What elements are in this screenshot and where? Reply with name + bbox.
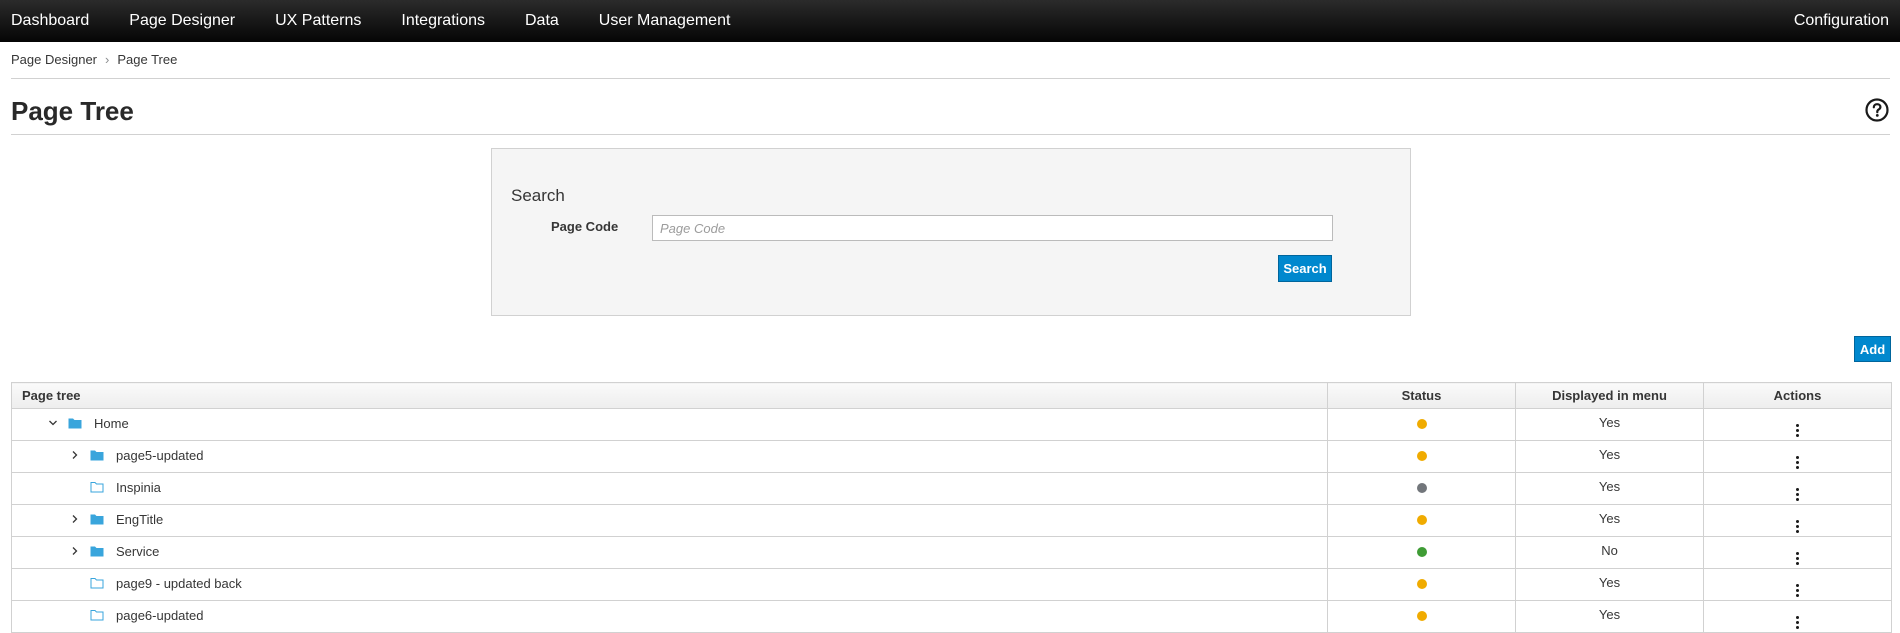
search-panel: Search Page Code Search — [491, 148, 1411, 316]
kebab-menu-icon[interactable] — [1796, 552, 1799, 565]
status-cell — [1327, 440, 1516, 473]
nav-item-integrations[interactable]: Integrations — [381, 0, 505, 42]
table-row[interactable]: Service No — [11, 536, 1892, 569]
table-row[interactable]: Home Yes — [11, 408, 1892, 441]
page-name[interactable]: page9 - updated back — [116, 576, 242, 591]
page-name[interactable]: EngTitle — [116, 512, 163, 527]
table-header-row: Page tree Status Displayed in menu Actio… — [11, 382, 1892, 409]
actions-cell — [1703, 504, 1892, 537]
folder-outline-icon — [90, 610, 104, 621]
status-dot-icon — [1416, 515, 1427, 525]
page-name[interactable]: Home — [94, 416, 129, 431]
page-code-label: Page Code — [551, 219, 619, 234]
page-tree-cell: Inspinia — [11, 472, 1328, 505]
folder-icon — [68, 418, 82, 429]
column-header-status[interactable]: Status — [1327, 382, 1516, 409]
kebab-menu-icon[interactable] — [1796, 520, 1799, 533]
page-tree-cell: Home — [11, 408, 1328, 441]
actions-cell — [1703, 472, 1892, 505]
column-header-displayed-in-menu[interactable]: Displayed in menu — [1515, 382, 1704, 409]
nav-item-user-management[interactable]: User Management — [579, 0, 751, 42]
chevron-right-icon[interactable] — [69, 545, 81, 557]
displayed-in-menu-cell: Yes — [1515, 600, 1704, 633]
folder-outline-icon — [90, 578, 104, 589]
folder-outline-icon — [90, 482, 104, 493]
status-cell — [1327, 472, 1516, 505]
displayed-in-menu-cell: Yes — [1515, 440, 1704, 473]
expander-spacer — [69, 481, 81, 493]
page-code-input[interactable] — [652, 215, 1333, 241]
breadcrumb-current: Page Tree — [117, 51, 178, 67]
chevron-right-icon[interactable] — [69, 513, 81, 525]
displayed-in-menu-cell: Yes — [1515, 408, 1704, 441]
page-name[interactable]: Service — [116, 544, 159, 559]
page-tree-cell: page6-updated — [11, 600, 1328, 633]
folder-icon — [90, 546, 104, 557]
table-row[interactable]: page5-updated Yes — [11, 440, 1892, 473]
table-row[interactable]: page6-updated Yes — [11, 600, 1892, 633]
page-tree-cell: page9 - updated back — [11, 568, 1328, 601]
column-header-actions: Actions — [1703, 382, 1892, 409]
status-cell — [1327, 504, 1516, 537]
question-circle-icon[interactable] — [1865, 98, 1889, 122]
folder-icon — [90, 450, 104, 461]
kebab-menu-icon[interactable] — [1796, 616, 1799, 629]
kebab-menu-icon[interactable] — [1796, 424, 1799, 437]
expander-spacer — [69, 609, 81, 621]
status-dot-icon — [1416, 611, 1427, 621]
status-cell — [1327, 568, 1516, 601]
table-row[interactable]: page9 - updated back Yes — [11, 568, 1892, 601]
table-row[interactable]: Inspinia Yes — [11, 472, 1892, 505]
breadcrumb-divider — [11, 78, 1890, 79]
breadcrumb: Page Designer › Page Tree — [11, 51, 177, 67]
displayed-in-menu-cell: Yes — [1515, 504, 1704, 537]
actions-cell — [1703, 536, 1892, 569]
breadcrumb-separator: › — [105, 51, 110, 67]
status-dot-icon — [1416, 419, 1427, 429]
page-tree-cell: EngTitle — [11, 504, 1328, 537]
status-cell — [1327, 408, 1516, 441]
actions-cell — [1703, 568, 1892, 601]
search-heading: Search — [511, 186, 565, 205]
chevron-right-icon[interactable] — [69, 449, 81, 461]
page-tree-table: Page tree Status Displayed in menu Actio… — [11, 382, 1892, 633]
nav-item-data[interactable]: Data — [505, 0, 579, 42]
breadcrumb-page-designer[interactable]: Page Designer — [11, 52, 97, 67]
displayed-in-menu-cell: Yes — [1515, 568, 1704, 601]
page-name[interactable]: Inspinia — [116, 480, 161, 495]
nav-item-page-designer[interactable]: Page Designer — [109, 0, 255, 42]
nav-item-configuration[interactable]: Configuration — [1794, 0, 1889, 42]
displayed-in-menu-cell: No — [1515, 536, 1704, 569]
kebab-menu-icon[interactable] — [1796, 584, 1799, 597]
status-dot-icon — [1416, 579, 1427, 589]
nav-item-dashboard[interactable]: Dashboard — [0, 0, 109, 42]
search-button[interactable]: Search — [1278, 255, 1332, 282]
status-dot-icon — [1416, 483, 1427, 493]
title-divider — [11, 134, 1890, 135]
actions-cell — [1703, 600, 1892, 633]
column-header-page-tree[interactable]: Page tree — [11, 382, 1328, 409]
nav-item-ux-patterns[interactable]: UX Patterns — [255, 0, 381, 42]
kebab-menu-icon[interactable] — [1796, 488, 1799, 501]
page-tree-cell: Service — [11, 536, 1328, 569]
status-dot-icon — [1416, 451, 1427, 461]
status-cell — [1327, 536, 1516, 569]
page-tree-cell: page5-updated — [11, 440, 1328, 473]
folder-icon — [90, 514, 104, 525]
top-navbar: Dashboard Page Designer UX Patterns Inte… — [0, 0, 1900, 42]
status-dot-icon — [1416, 547, 1427, 557]
add-page-button[interactable]: Add — [1854, 336, 1891, 362]
actions-cell — [1703, 440, 1892, 473]
page-name[interactable]: page5-updated — [116, 448, 203, 463]
page-name[interactable]: page6-updated — [116, 608, 203, 623]
displayed-in-menu-cell: Yes — [1515, 472, 1704, 505]
status-cell — [1327, 600, 1516, 633]
expander-spacer — [69, 577, 81, 589]
page-title: Page Tree — [11, 96, 134, 126]
kebab-menu-icon[interactable] — [1796, 456, 1799, 469]
chevron-down-icon[interactable] — [47, 417, 59, 429]
actions-cell — [1703, 408, 1892, 441]
table-row[interactable]: EngTitle Yes — [11, 504, 1892, 537]
